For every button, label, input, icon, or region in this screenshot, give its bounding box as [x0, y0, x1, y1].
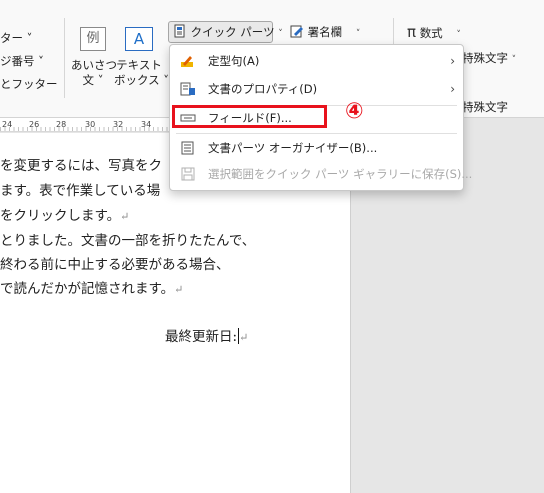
document-line: 終わる前に中止する必要がある場合、 [0, 253, 230, 273]
document-line: ます。表で作業している場 [0, 179, 160, 199]
organizer-icon [181, 141, 194, 155]
ribbon-separator [64, 18, 65, 98]
menu-item-autotext[interactable]: 定型句(A) › [170, 49, 463, 73]
greeting-label-line2: 文 ˅ [82, 73, 104, 87]
special-characters-button[interactable]: 特殊文字 ˅ [462, 48, 516, 70]
line-text: をクリックします。 [0, 208, 121, 224]
pi-icon: π [407, 23, 417, 41]
last-updated-line: 最終更新日: ↵ [165, 325, 248, 345]
highlight-box [172, 105, 327, 128]
chevron-down-icon: ˅ [456, 30, 461, 40]
document-property-icon [180, 82, 195, 96]
textbox-icon[interactable]: A [125, 27, 153, 51]
chevron-down-icon: ˅ [278, 29, 283, 39]
paragraph-mark: ↵ [174, 283, 184, 296]
menu-item-label: 定型句(A) [208, 54, 260, 68]
chevron-right-icon: › [450, 54, 455, 68]
signature-line-button[interactable]: 署名欄 ˅ [290, 22, 360, 44]
menu-item-label: 文書のプロパティ(D) [208, 82, 318, 96]
signature-label: 署名欄 [307, 25, 343, 39]
quick-parts-button[interactable]: クイック パーツ ˅ [168, 21, 283, 43]
paragraph-mark: ↵ [239, 331, 249, 344]
line-text: ます。表で作業している場 [0, 183, 161, 199]
quick-parts-icon [174, 24, 185, 38]
greeting-icon[interactable]: 例 [80, 27, 106, 51]
signature-icon [290, 25, 303, 38]
menu-item-document-property[interactable]: 文書のプロパティ(D) › [170, 77, 463, 101]
special-characters-label: 特殊文字 [462, 51, 508, 65]
greeting-button-label[interactable]: あいさつ 文 ˅ [71, 58, 117, 88]
ribbon-left-item-3: とフッター [0, 77, 58, 91]
textbox-button-label[interactable]: テキスト ボックス ˅ [114, 58, 170, 88]
menu-item-building-blocks-organizer[interactable]: 文書パーツ オーガナイザー(B)... [170, 136, 463, 160]
equation-button[interactable]: π 数式 ˅ [407, 22, 461, 45]
menu-item-label: 選択範囲をクイック パーツ ギャラリーに保存(S)... [208, 167, 473, 181]
menu-item-label: 文書パーツ オーガナイザー(B)... [208, 141, 378, 155]
document-line: とりました。文書の一部を折りたたんで、 [0, 229, 255, 249]
line-text: 終わる前に中止する必要がある場合、 [0, 257, 230, 273]
document-line: で読んだかが記憶されます。↵ [0, 277, 183, 297]
chevron-down-icon: ˅ [355, 29, 361, 39]
quick-parts-label: クイック パーツ [190, 25, 275, 39]
menu-item-save-to-gallery: 選択範囲をクイック パーツ ギャラリーに保存(S)... [170, 162, 472, 186]
step-number-annotation: ④ [345, 99, 364, 124]
symbols-group-label: 特殊文字 [462, 100, 508, 114]
line-text: とりました。文書の一部を折りたたんで、 [0, 233, 256, 249]
save-icon [181, 167, 195, 181]
textbox-label-line1: テキスト [116, 58, 162, 72]
line-text: で読んだかが記憶されます。 [0, 281, 175, 297]
chevron-right-icon: › [450, 82, 455, 96]
document-line: をクリックします。↵ [0, 204, 129, 224]
chevron-down-icon: ˅ [511, 55, 517, 65]
menu-divider [176, 133, 457, 134]
document-line: を変更するには、写真をク [0, 154, 162, 174]
textbox-label-line2: ボックス ˅ [114, 73, 170, 87]
line-text: を変更するには、写真をク [0, 158, 162, 174]
last-updated-text: 最終更新日: [165, 329, 238, 345]
ribbon-left-item-2[interactable]: ジ番号 ˅ [0, 53, 44, 69]
autotext-icon [181, 56, 193, 67]
greeting-label-line1: あいさつ [71, 58, 117, 72]
paragraph-mark: ↵ [120, 210, 130, 223]
ribbon-left-item-1[interactable]: ター ˅ [0, 30, 32, 46]
equation-label: 数式 [419, 26, 443, 40]
